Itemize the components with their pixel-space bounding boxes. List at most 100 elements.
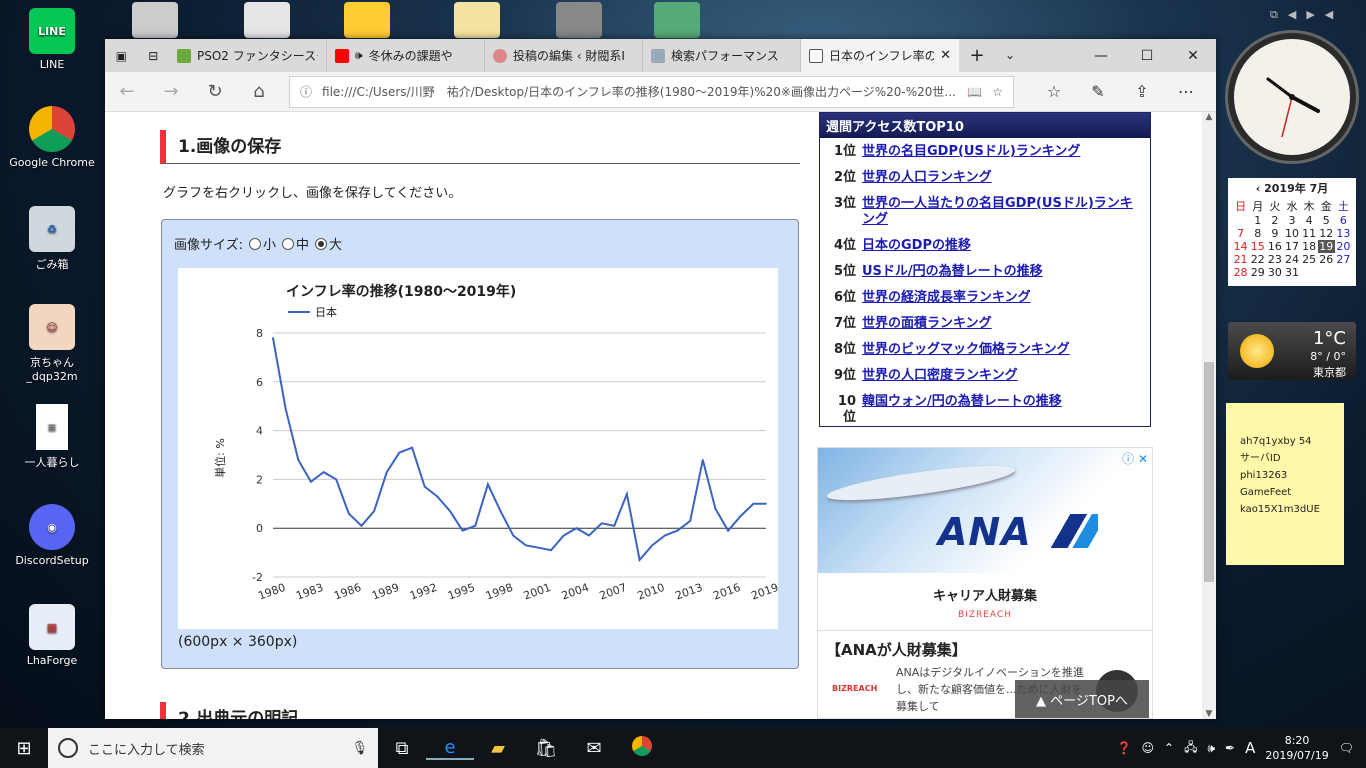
calendar-day[interactable]: 20 — [1335, 240, 1352, 253]
calendar-day[interactable]: 12 — [1318, 227, 1335, 240]
network-icon[interactable]: 🖧 — [1184, 738, 1197, 759]
microphone-icon[interactable]: 🎙 — [351, 741, 368, 756]
calendar-day[interactable]: 5 — [1318, 214, 1335, 227]
calendar-day[interactable]: 29 — [1249, 266, 1266, 279]
calendar-day[interactable]: 30 — [1266, 266, 1283, 279]
tab-youtube[interactable]: 🕪 冬休みの課題や — [327, 39, 485, 72]
desktop-top-icon-5[interactable] — [556, 2, 602, 38]
ranking-link[interactable]: 世界の面積ランキング — [862, 316, 992, 332]
note-text[interactable]: ah7q1yxby 54 サーバID phi13263 GameFeet kao15X1… — [1240, 433, 1338, 518]
help-icon[interactable]: ❓ — [1117, 741, 1132, 755]
calendar-day[interactable]: 11 — [1301, 227, 1318, 240]
ranking-link[interactable]: 世界の一人当たりの名目GDP(USドル)ランキング — [862, 196, 1144, 228]
calendar-day[interactable]: 24 — [1283, 253, 1300, 266]
action-center-icon[interactable]: 🗨 — [1339, 741, 1354, 755]
calendar-day[interactable] — [1301, 266, 1318, 279]
new-tab-button[interactable]: + — [959, 39, 995, 72]
desktop-icon-recycle-bin[interactable]: ♻ ごみ箱 — [6, 206, 98, 272]
share-icon[interactable]: ⇪ — [1120, 82, 1164, 101]
ranking-link[interactable]: 世界の経済成長率ランキング — [862, 290, 1031, 306]
calendar-day[interactable]: 1 — [1249, 214, 1266, 227]
calendar-day[interactable] — [1232, 214, 1249, 227]
ranking-link[interactable]: 世界の人口ランキング — [862, 170, 992, 186]
minimize-button[interactable]: — — [1078, 48, 1124, 64]
more-menu-icon[interactable]: ⋯ — [1164, 82, 1208, 101]
close-window-button[interactable]: ✕ — [1170, 48, 1216, 64]
desktop-icon-textfile[interactable]: ≡ 一人暮らし — [6, 404, 98, 470]
taskbar-search-box[interactable]: ここに入力して検索 🎙 — [48, 728, 378, 768]
calendar-day[interactable]: 16 — [1266, 240, 1283, 253]
calendar-day[interactable]: 27 — [1335, 253, 1352, 266]
calendar-gadget[interactable]: ‹ 2019年 7月 日月火水木金土 1 2 3 4 5 6 7 8 9 10 11 12 13 14 15 1… — [1228, 178, 1356, 286]
desktop-icon-discord[interactable]: ◉ DiscordSetup — [6, 504, 98, 567]
calendar-day[interactable]: 6 — [1335, 214, 1352, 227]
radio-button[interactable] — [315, 237, 328, 250]
pen-notes-icon[interactable]: ✎ — [1076, 82, 1120, 101]
set-aside-tabs-icon[interactable]: ▣ — [116, 49, 127, 63]
calendar-day[interactable]: 18 — [1301, 240, 1318, 253]
desktop-icon-lhaforge[interactable]: ▦ LhaForge — [6, 604, 98, 667]
ana-advertisement[interactable]: ANA ⓘ ✕ キャリア人財募集 BIZREACH 【ANAが人財募集】 BIZ… — [817, 447, 1153, 719]
ad-info-icon[interactable]: ⓘ ✕ — [1122, 450, 1148, 467]
weather-gadget[interactable]: 1°C 8° / 0° 東京都 — [1228, 322, 1356, 380]
tab-list-chevron-down-icon[interactable]: ⌄ — [995, 39, 1025, 72]
radio-button[interactable] — [282, 237, 295, 250]
size-radio-small[interactable]: 小 — [249, 234, 276, 253]
gadget-controls[interactable]: ⧉◀▶◀ — [1270, 8, 1343, 22]
calendar-day[interactable]: 17 — [1283, 240, 1300, 253]
scroll-up-icon[interactable]: ▲ — [1202, 112, 1216, 122]
calendar-day[interactable]: 8 — [1249, 227, 1266, 240]
scrollbar-thumb[interactable] — [1204, 362, 1214, 582]
tab-pso2[interactable]: PSO2 ファンタシースター — [169, 39, 327, 72]
desktop-icon-image[interactable]: ☺ 京ちゃん_dqp32m — [6, 304, 98, 383]
ranking-link[interactable]: USドル/円の為替レートの推移 — [862, 264, 1043, 280]
favorite-star-icon[interactable]: ☆ — [992, 85, 1003, 99]
tab-inflation[interactable]: 日本のインフレ率の ✕ — [801, 39, 959, 72]
calendar-day[interactable]: 14 — [1232, 240, 1249, 253]
sticky-note-gadget[interactable]: ah7q1yxby 54 サーバID phi13263 GameFeet kao15X1… — [1226, 403, 1344, 565]
task-view-icon[interactable]: ⧉ — [378, 738, 426, 759]
desktop-top-icon-folder[interactable] — [454, 2, 500, 38]
pen-icon[interactable]: ✒ — [1225, 741, 1235, 755]
desktop-top-icon-1[interactable] — [132, 2, 178, 38]
page-scrollbar[interactable]: ▲ ▼ — [1202, 112, 1216, 719]
calendar-day[interactable] — [1335, 266, 1352, 279]
people-icon[interactable]: ☺ — [1142, 741, 1155, 755]
forward-button[interactable]: → — [149, 81, 193, 102]
store-icon[interactable]: 🛍 — [522, 738, 570, 759]
tab-wordpress[interactable]: 投稿の編集 ‹ 財閥系I — [485, 39, 643, 72]
desktop-top-icon-2[interactable] — [244, 2, 290, 38]
calendar-day[interactable]: 15 — [1249, 240, 1266, 253]
calendar-day[interactable]: 7 — [1232, 227, 1249, 240]
calendar-day[interactable]: 31 — [1283, 266, 1300, 279]
tab-preview-icon[interactable]: ⊟ — [148, 49, 158, 63]
size-radio-medium[interactable]: 中 — [282, 234, 309, 253]
refresh-button[interactable]: ↻ — [193, 81, 237, 102]
chrome-taskbar-icon[interactable] — [618, 735, 666, 761]
ad-banner-image[interactable]: ANA ⓘ ✕ — [818, 448, 1152, 573]
tab-search-console[interactable]: 検索パフォーマンス — [643, 39, 801, 72]
taskbar-clock[interactable]: 8:20 2019/07/19 — [1265, 733, 1328, 763]
calendar-day[interactable]: 2 — [1266, 214, 1283, 227]
calendar-day[interactable]: 10 — [1283, 227, 1300, 240]
mail-icon[interactable]: ✉ — [570, 738, 618, 759]
maximize-button[interactable]: ☐ — [1124, 48, 1170, 64]
calendar-day[interactable]: 26 — [1318, 253, 1335, 266]
desktop-top-icon-bandai[interactable] — [344, 2, 390, 38]
page-top-button[interactable]: ▲ ページTOPへ — [1015, 680, 1149, 718]
calendar-day[interactable]: 13 — [1335, 227, 1352, 240]
back-button[interactable]: ← — [105, 81, 149, 102]
calendar-day[interactable]: 21 — [1232, 253, 1249, 266]
calendar-day[interactable]: 22 — [1249, 253, 1266, 266]
favorites-icon[interactable]: ☆ — [1032, 82, 1076, 101]
show-hidden-chevron-up-icon[interactable]: ⌃ — [1164, 741, 1174, 755]
ime-indicator[interactable]: A — [1245, 739, 1255, 757]
ranking-link[interactable]: 世界の人口密度ランキング — [862, 368, 1018, 384]
size-radio-large[interactable]: 大 — [315, 234, 342, 253]
close-tab-icon[interactable]: ✕ — [940, 48, 951, 63]
reading-view-icon[interactable]: 📖 — [967, 85, 982, 99]
volume-icon[interactable]: 🕪 — [1207, 741, 1215, 756]
info-icon[interactable]: ⓘ — [300, 83, 312, 100]
ad-title[interactable]: 【ANAが人財募集】 — [818, 630, 1152, 668]
clock-gadget[interactable] — [1228, 33, 1356, 161]
